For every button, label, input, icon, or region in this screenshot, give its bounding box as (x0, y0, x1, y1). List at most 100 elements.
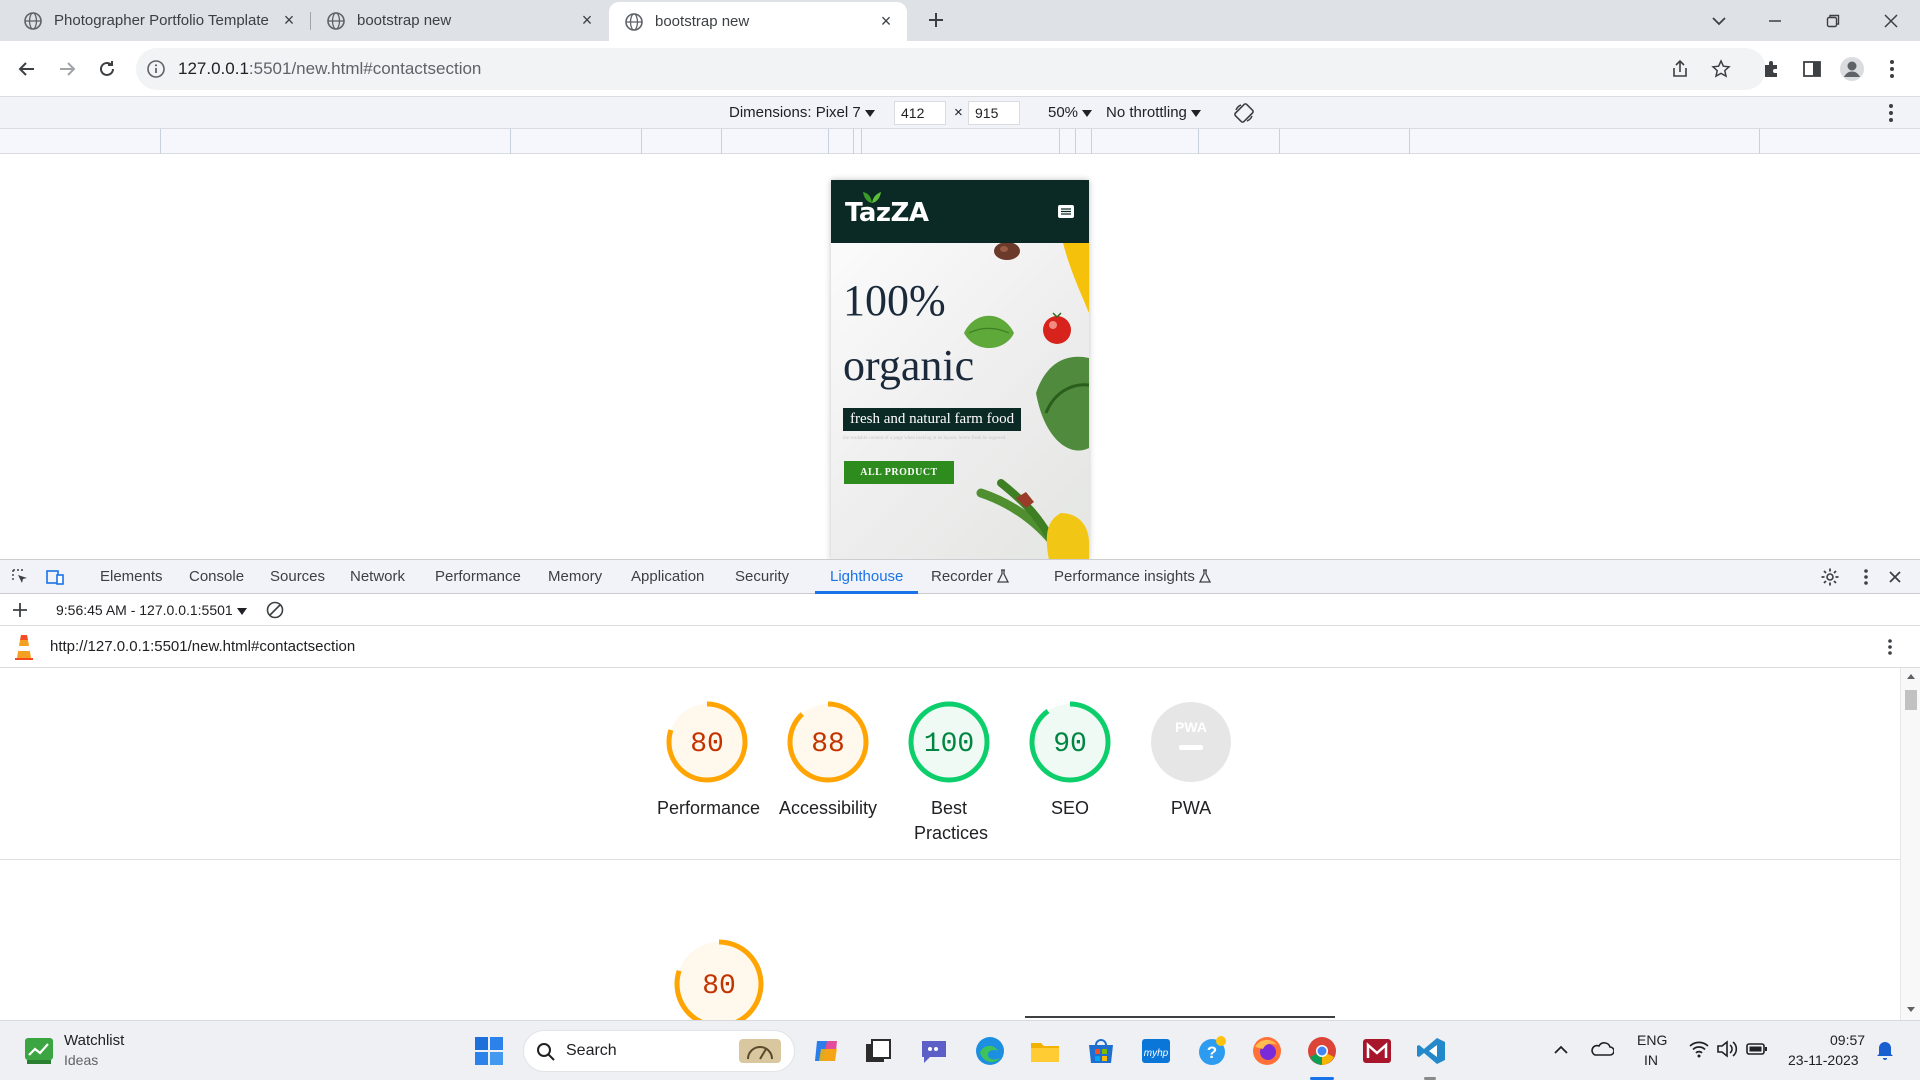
plus-icon (929, 13, 943, 27)
report-selector-label: 9:56:45 AM - 127.0.0.1:5501 (56, 602, 233, 618)
tab-strip: Photographer Portfolio Template × bootst… (0, 0, 1920, 41)
hamburger-menu-icon[interactable] (1058, 205, 1074, 218)
scrollbar-thumb[interactable] (1905, 690, 1917, 710)
score-gauge-best-practices[interactable]: 100 Best Practices (899, 692, 999, 846)
edge-browser-icon[interactable] (974, 1035, 1006, 1067)
more-vert-icon[interactable] (1888, 103, 1894, 123)
clock-date[interactable]: 23-11-2023 (1788, 1052, 1859, 1068)
restore-button[interactable] (1805, 0, 1861, 41)
score-gauge-performance[interactable]: 80 Performance (657, 692, 760, 821)
extensions-button[interactable] (1758, 55, 1786, 83)
throttling-select[interactable]: No throttling (1106, 104, 1201, 121)
myhp-icon[interactable]: myhp (1140, 1035, 1172, 1067)
address-bar[interactable]: 127.0.0.1:5501/new.html#contactsection (136, 48, 1766, 90)
side-panel-icon (1803, 61, 1821, 77)
clear-icon[interactable] (266, 601, 284, 619)
large-score-gauge[interactable]: 80 (669, 934, 769, 1020)
scroll-up-icon[interactable] (1906, 672, 1916, 680)
zoom-select[interactable]: 50% (1048, 104, 1093, 121)
star-icon[interactable] (1711, 59, 1731, 79)
score-gauge-seo[interactable]: 90 SEO (1020, 692, 1120, 821)
gear-icon[interactable] (1820, 567, 1840, 587)
tab-search-button[interactable] (1691, 0, 1747, 41)
minimize-button[interactable] (1747, 0, 1803, 41)
dimensions-select[interactable]: Dimensions: Pixel 7 (729, 104, 875, 121)
profile-button[interactable] (1838, 55, 1866, 83)
help-icon[interactable]: ? (1196, 1035, 1228, 1067)
teams-chat-icon[interactable] (918, 1035, 950, 1067)
firefox-icon[interactable] (1251, 1035, 1283, 1067)
task-view-icon[interactable] (862, 1035, 894, 1067)
volume-icon[interactable] (1716, 1040, 1738, 1058)
chevron-up-icon[interactable] (1553, 1043, 1569, 1055)
scroll-down-icon[interactable] (1906, 1006, 1916, 1014)
tab-recorder[interactable]: Recorder (931, 568, 1009, 585)
browser-tab-portfolio[interactable]: Photographer Portfolio Template × (8, 0, 310, 41)
language-line-1[interactable]: ENG (1637, 1032, 1667, 1048)
taskbar-search[interactable]: Search (523, 1030, 795, 1072)
close-icon[interactable] (1885, 567, 1905, 587)
search-highlight-icon (739, 1039, 781, 1063)
width-input[interactable] (894, 101, 946, 125)
rotate-icon[interactable] (1233, 102, 1255, 124)
close-icon[interactable]: × (578, 10, 596, 30)
height-input[interactable] (968, 101, 1020, 125)
browser-menu-button[interactable] (1878, 55, 1906, 83)
hero-section: 100% organic fresh and natural farm food… (831, 243, 1089, 559)
more-vert-icon[interactable] (1856, 567, 1876, 587)
tab-security[interactable]: Security (735, 568, 789, 585)
onedrive-icon[interactable] (1590, 1040, 1614, 1058)
lighthouse-scrollbar[interactable] (1900, 668, 1920, 1020)
browser-tab-bootstrap-2[interactable]: bootstrap new × (609, 2, 907, 41)
report-selector[interactable]: 9:56:45 AM - 127.0.0.1:5501 (56, 602, 247, 618)
reload-button[interactable] (93, 55, 121, 83)
caret-down-icon (864, 109, 875, 117)
browser-tab-bootstrap-1[interactable]: bootstrap new × (311, 0, 608, 41)
tab-console[interactable]: Console (189, 568, 244, 585)
share-icon[interactable] (1670, 59, 1690, 79)
svg-text:myhp: myhp (1144, 1048, 1169, 1059)
score-gauge-pwa[interactable]: PWA PWA (1141, 692, 1241, 821)
battery-icon[interactable] (1746, 1041, 1768, 1057)
all-product-button[interactable]: ALL PRODUCT (844, 461, 954, 484)
site-logo[interactable]: TazZA (845, 198, 929, 228)
wifi-icon[interactable] (1688, 1040, 1710, 1058)
gauge-seo: 90 (1029, 701, 1111, 783)
forward-button[interactable] (53, 55, 81, 83)
clock-time[interactable]: 09:57 (1830, 1032, 1865, 1048)
chrome-icon[interactable] (1306, 1035, 1338, 1067)
windows-start-icon[interactable] (473, 1035, 505, 1067)
microsoft-store-icon[interactable] (1085, 1035, 1117, 1067)
report-url[interactable]: http://127.0.0.1:5501/new.html#contactse… (50, 638, 355, 655)
new-tab-button[interactable] (924, 8, 948, 32)
app-m-icon[interactable] (1361, 1035, 1393, 1067)
tab-lighthouse[interactable]: Lighthouse (830, 568, 903, 585)
vscode-icon[interactable] (1415, 1035, 1447, 1067)
tab-sources[interactable]: Sources (270, 568, 325, 585)
plus-icon[interactable] (12, 602, 28, 618)
tab-performance[interactable]: Performance (435, 568, 521, 585)
tab-elements[interactable]: Elements (100, 568, 163, 585)
close-icon[interactable]: × (877, 11, 895, 31)
score-gauge-accessibility[interactable]: 88 Accessibility (778, 692, 878, 821)
device-toggle-icon[interactable] (45, 567, 65, 587)
search-placeholder: Search (566, 1042, 617, 1059)
tab-performance-insights[interactable]: Performance insights (1054, 568, 1212, 585)
ruler-tick (1198, 129, 1199, 154)
side-panel-button[interactable] (1798, 55, 1826, 83)
tab-memory[interactable]: Memory (548, 568, 602, 585)
inspect-element-icon[interactable] (10, 567, 30, 587)
file-explorer-icon[interactable] (1029, 1035, 1061, 1067)
close-window-button[interactable] (1863, 0, 1919, 41)
more-vert-icon[interactable] (1880, 637, 1900, 657)
close-icon[interactable]: × (280, 10, 298, 30)
copilot-icon[interactable] (811, 1035, 843, 1067)
tab-network[interactable]: Network (350, 568, 405, 585)
watchlist-title[interactable]: Watchlist (64, 1032, 124, 1049)
stock-chart-icon[interactable] (24, 1037, 54, 1065)
info-icon[interactable] (146, 59, 166, 79)
notification-bell-icon[interactable] (1876, 1039, 1894, 1061)
windows-taskbar: Watchlist Ideas Search myhp ? ENG IN 09:… (0, 1020, 1920, 1080)
back-button[interactable] (13, 55, 41, 83)
tab-application[interactable]: Application (631, 568, 704, 585)
